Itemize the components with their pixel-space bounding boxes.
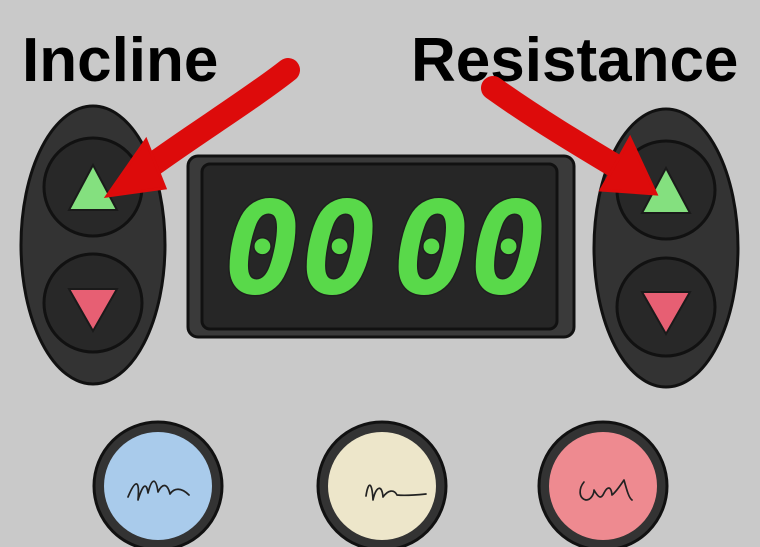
digital-display: 00 00 — [186, 154, 576, 339]
incline-down-button[interactable] — [42, 252, 144, 354]
red-button-face — [549, 432, 657, 540]
cream-button-face — [328, 432, 436, 540]
panel-graphic: Incline Resistance 00 00 — [19, 26, 740, 547]
resistance-control-pod — [592, 107, 740, 389]
treadmill-control-panel: Incline Resistance 00 00 — [0, 0, 760, 547]
incline-label: Incline — [22, 26, 218, 95]
bottom-round-button-center[interactable] — [316, 420, 448, 547]
blue-button-face — [104, 432, 212, 540]
resistance-readout: 00 — [393, 175, 547, 324]
incline-readout: 00 — [224, 175, 378, 324]
resistance-label: Resistance — [411, 26, 738, 95]
bottom-round-button-left[interactable] — [92, 420, 224, 547]
resistance-down-button[interactable] — [615, 256, 717, 358]
bottom-round-button-right[interactable] — [537, 420, 669, 547]
